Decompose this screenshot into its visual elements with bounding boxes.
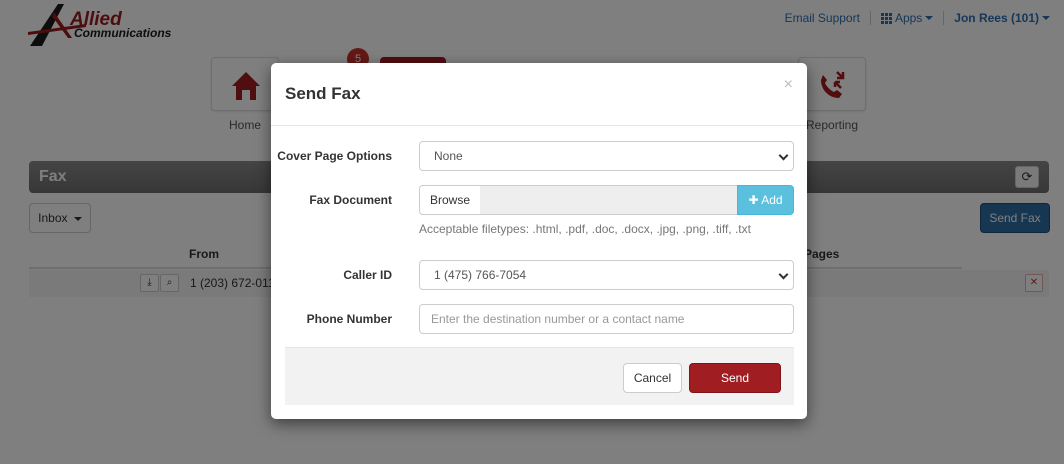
- caller-id-select[interactable]: 1 (475) 766-7054: [419, 260, 794, 290]
- chevron-down-icon: [778, 269, 789, 280]
- send-button[interactable]: Send: [689, 363, 781, 393]
- add-file-button[interactable]: ✚ Add: [737, 185, 794, 215]
- cover-page-label: Cover Page Options: [277, 149, 392, 163]
- filetype-help-text: Acceptable filetypes: .html, .pdf, .doc,…: [419, 222, 751, 236]
- plus-icon: ✚: [748, 193, 759, 207]
- send-fax-dialog: Send Fax × Cover Page Options None Fax D…: [271, 63, 807, 419]
- caller-id-value: 1 (475) 766-7054: [434, 268, 527, 282]
- cover-page-value: None: [434, 149, 463, 163]
- caller-id-label: Caller ID: [343, 268, 392, 282]
- cover-page-select[interactable]: None: [419, 141, 794, 171]
- cancel-button[interactable]: Cancel: [623, 363, 682, 393]
- phone-number-input[interactable]: Enter the destination number or a contac…: [419, 304, 794, 334]
- dialog-header: Send Fax ×: [271, 63, 807, 126]
- dialog-footer: Cancel Send: [285, 347, 794, 405]
- phone-number-label: Phone Number: [306, 312, 392, 326]
- browse-button[interactable]: Browse: [419, 185, 481, 215]
- close-icon[interactable]: ×: [784, 76, 793, 94]
- file-name-field[interactable]: [480, 185, 738, 215]
- chevron-down-icon: [778, 150, 789, 161]
- add-label: Add: [761, 193, 783, 207]
- fax-document-label: Fax Document: [309, 193, 392, 207]
- dialog-title: Send Fax: [285, 84, 361, 103]
